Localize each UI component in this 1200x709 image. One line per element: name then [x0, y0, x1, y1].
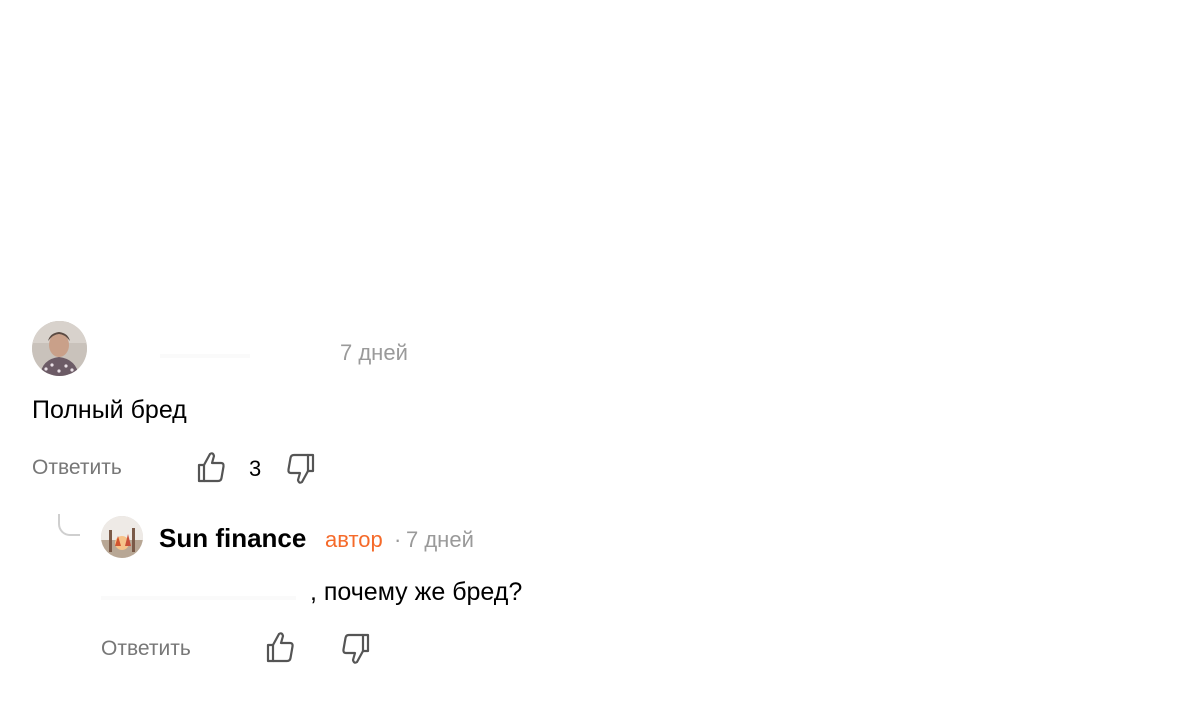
meta-separator: ·	[394, 527, 402, 552]
reply-to-reply-button[interactable]: Ответить	[101, 637, 191, 661]
mention-hidden	[101, 596, 296, 600]
thumbs-up-icon[interactable]	[265, 630, 295, 664]
channel-avatar-image	[101, 516, 143, 558]
comment-text: Полный бред	[32, 396, 187, 424]
thumbs-down-icon[interactable]	[341, 632, 371, 666]
reply-time: 7 дней	[406, 527, 474, 552]
user-avatar[interactable]	[32, 321, 87, 376]
reply-thread-line	[58, 514, 80, 536]
thumbs-up-icon[interactable]	[196, 450, 226, 484]
author-badge: автор	[325, 527, 383, 552]
user-avatar-image	[32, 321, 87, 376]
channel-avatar[interactable]	[101, 516, 143, 558]
thumbs-down-icon[interactable]	[286, 452, 316, 486]
like-count: 3	[249, 456, 262, 481]
reply-text: , почему же бред?	[310, 578, 523, 606]
comment-time: 7 дней	[340, 340, 408, 365]
author-name-hidden	[160, 354, 250, 358]
reply-author-name[interactable]: Sun finance	[159, 523, 306, 554]
comments-section: 7 дней Полный бред Ответить 3 Sun financ…	[0, 0, 1200, 709]
reply-button[interactable]: Ответить	[32, 456, 122, 480]
